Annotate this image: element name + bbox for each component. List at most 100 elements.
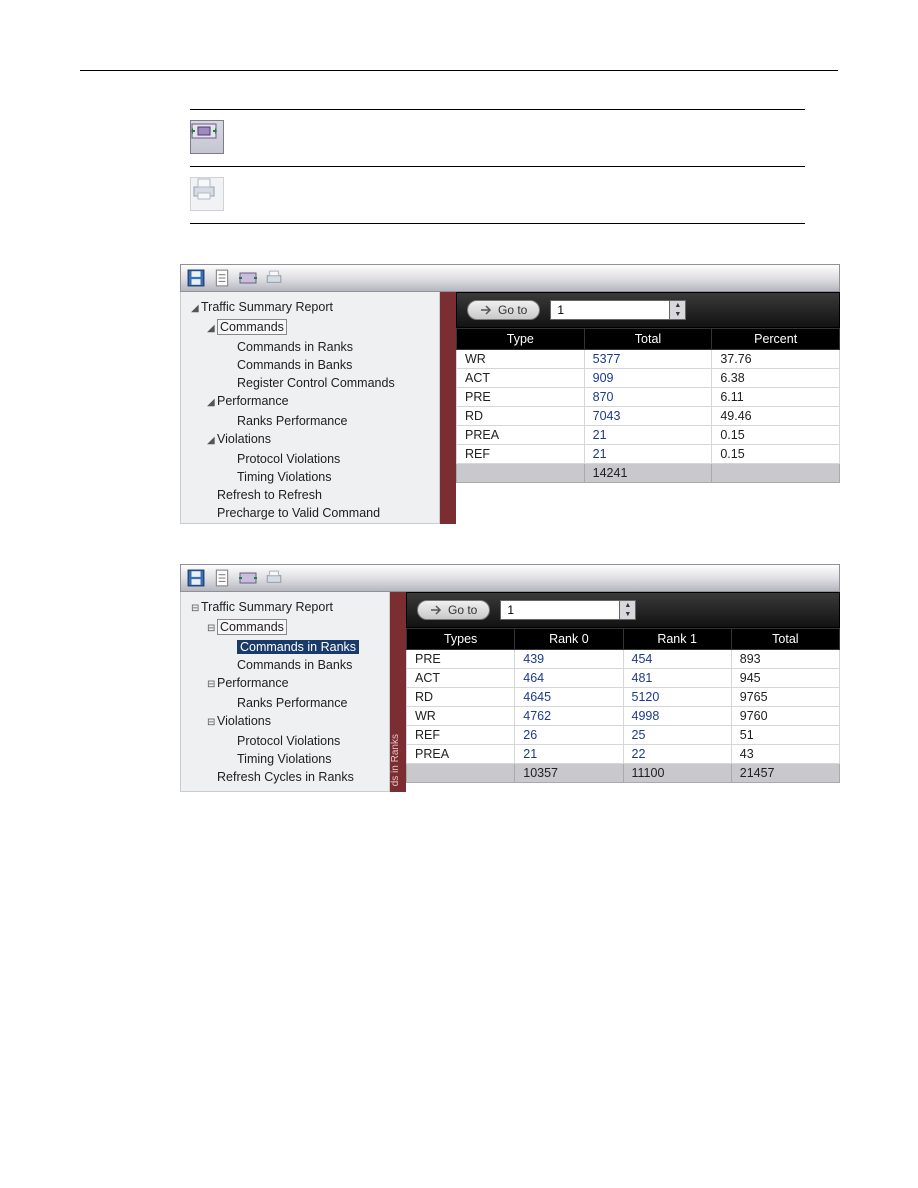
tree-label: Violations (217, 714, 271, 728)
spin-buttons[interactable]: ▲▼ (670, 300, 686, 320)
goto-button[interactable]: Go to (417, 600, 490, 620)
table-cell[interactable]: 21 (584, 445, 712, 464)
tree-label: Ranks Performance (237, 696, 347, 710)
table-cell: WR (407, 707, 515, 726)
total-row: 103571110021457 (407, 764, 840, 783)
page-input[interactable] (550, 300, 670, 320)
table-cell[interactable]: 21 (515, 745, 623, 764)
commands-table: TypeTotalPercentWR537737.76ACT9096.38PRE… (456, 328, 840, 483)
table-cell[interactable]: 4998 (623, 707, 731, 726)
tree-item[interactable]: Commands in Banks (191, 656, 381, 674)
column-header: Percent (712, 329, 840, 350)
tree-label: Traffic Summary Report (201, 600, 333, 614)
tree-item[interactable]: Register Control Commands (191, 374, 431, 392)
tree-item[interactable]: Commands in Ranks (191, 338, 431, 356)
tree-label: Performance (217, 676, 289, 690)
tree-item[interactable]: ⊟Performance (191, 674, 381, 694)
table-cell[interactable]: 22 (623, 745, 731, 764)
print-icon[interactable] (265, 569, 283, 587)
page-spinbox[interactable]: ▲▼ (550, 300, 686, 320)
table-cell: 893 (731, 650, 839, 669)
doc-icon[interactable] (213, 569, 231, 587)
table-cell: PRE (407, 650, 515, 669)
table-row: ACT9096.38 (457, 369, 840, 388)
column-header: Types (407, 629, 515, 650)
tree-item[interactable]: Refresh Cycles in Ranks (191, 768, 381, 786)
table-cell: REF (407, 726, 515, 745)
navigation-bar: Go to ▲▼ (456, 292, 840, 328)
tree-label: Violations (217, 432, 271, 446)
data-panel: Go to ▲▼ TypesRank 0Rank 1TotalPRE439454… (406, 592, 840, 792)
table-cell[interactable]: 5377 (584, 350, 712, 369)
toolbar (180, 564, 840, 592)
tree-item[interactable]: Timing Violations (191, 468, 431, 486)
table-cell: 945 (731, 669, 839, 688)
table-cell: ACT (457, 369, 585, 388)
tree-label: Commands in Banks (237, 358, 352, 372)
icon-row-1 (190, 110, 805, 166)
expand-all-icon[interactable] (239, 569, 257, 587)
tree-item[interactable]: Commands in Ranks (191, 638, 381, 656)
table-cell[interactable]: 25 (623, 726, 731, 745)
column-header: Total (584, 329, 712, 350)
page-input[interactable] (500, 600, 620, 620)
goto-label: Go to (448, 603, 477, 617)
expand-all-icon[interactable] (239, 269, 257, 287)
tree-item[interactable]: ⊟Traffic Summary Report (191, 598, 381, 618)
page-spinbox[interactable]: ▲▼ (500, 600, 636, 620)
vertical-separator (440, 292, 456, 524)
tree-label: Commands in Ranks (237, 640, 359, 654)
table-cell: 49.46 (712, 407, 840, 426)
print-icon[interactable] (265, 269, 283, 287)
table-cell: PRE (457, 388, 585, 407)
tree-item[interactable]: ◢Traffic Summary Report (191, 298, 431, 318)
tree-label: Ranks Performance (237, 414, 347, 428)
tree-item[interactable]: Protocol Violations (191, 732, 381, 750)
table-cell[interactable]: 4645 (515, 688, 623, 707)
table-row: RD704349.46 (457, 407, 840, 426)
save-icon[interactable] (187, 269, 205, 287)
table-cell[interactable]: 464 (515, 669, 623, 688)
table-cell: 43 (731, 745, 839, 764)
icon-row-2 (190, 167, 805, 223)
table-cell[interactable]: 870 (584, 388, 712, 407)
table-cell: WR (457, 350, 585, 369)
table-cell[interactable]: 909 (584, 369, 712, 388)
tree-label: Refresh Cycles in Ranks (217, 770, 354, 784)
tree-label: Timing Violations (237, 470, 332, 484)
table-cell[interactable]: 481 (623, 669, 731, 688)
tree-item[interactable]: Ranks Performance (191, 694, 381, 712)
table-cell[interactable]: 4762 (515, 707, 623, 726)
table-row: PRE439454893 (407, 650, 840, 669)
tree-item[interactable]: Refresh to Refresh (191, 486, 431, 504)
column-header: Rank 1 (623, 629, 731, 650)
tree-label: Protocol Violations (237, 734, 340, 748)
table-cell[interactable]: 439 (515, 650, 623, 669)
tree-panel: ⊟Traffic Summary Report⊟Commands Commands… (180, 592, 390, 792)
table-cell[interactable]: 5120 (623, 688, 731, 707)
goto-button[interactable]: Go to (467, 300, 540, 320)
tree-item[interactable]: Timing Violations (191, 750, 381, 768)
total-cell: 10357 (515, 764, 623, 783)
tree-item[interactable]: ⊟Violations (191, 712, 381, 732)
spin-buttons[interactable]: ▲▼ (620, 600, 636, 620)
tree-item[interactable]: Commands in Banks (191, 356, 431, 374)
table-cell[interactable]: 21 (584, 426, 712, 445)
table-cell[interactable]: 7043 (584, 407, 712, 426)
tree-item[interactable]: ◢Violations (191, 430, 431, 450)
save-icon[interactable] (187, 569, 205, 587)
tree-item[interactable]: Protocol Violations (191, 450, 431, 468)
tree-item[interactable]: Ranks Performance (191, 412, 431, 430)
tree-label: Precharge to Valid Command (217, 506, 380, 520)
doc-icon[interactable] (213, 269, 231, 287)
tree-item[interactable]: ⊟Commands (191, 618, 381, 638)
rule (190, 223, 805, 224)
table-row: PRE8706.11 (457, 388, 840, 407)
tree-item[interactable]: Precharge to Valid Command (191, 504, 431, 522)
tree-item[interactable]: ◢Commands (191, 318, 431, 338)
tree-item[interactable]: ◢Performance (191, 392, 431, 412)
tree-label: Protocol Violations (237, 452, 340, 466)
table-cell: 51 (731, 726, 839, 745)
table-cell[interactable]: 454 (623, 650, 731, 669)
table-cell[interactable]: 26 (515, 726, 623, 745)
